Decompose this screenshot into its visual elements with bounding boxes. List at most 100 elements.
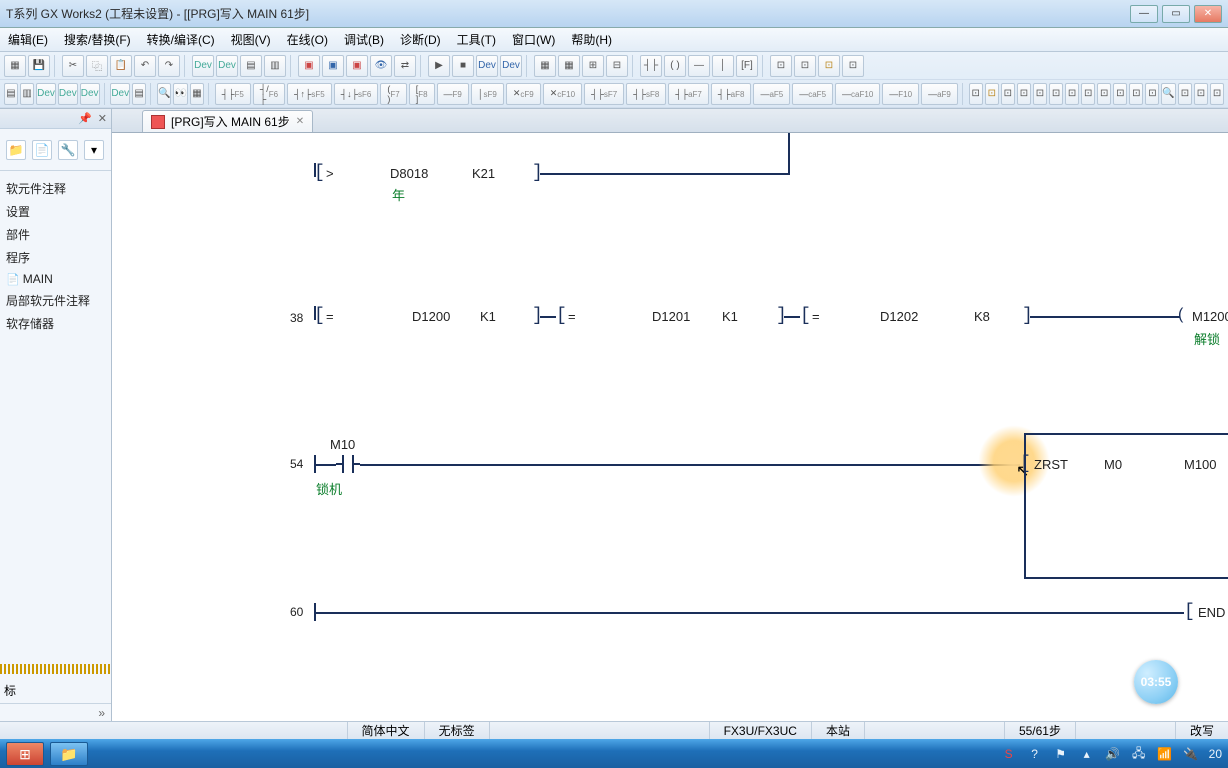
taskbar-app-1[interactable]: ⊞: [6, 742, 44, 766]
tb-sim-icon[interactable]: ▶: [428, 55, 450, 77]
tray-flag-icon[interactable]: ⚑: [1053, 746, 1069, 762]
tray-net-icon[interactable]: 🖧: [1131, 746, 1147, 762]
tray-signal-icon[interactable]: 📶: [1157, 746, 1173, 762]
tb-line-icon[interactable]: —: [688, 55, 710, 77]
tb2-f6-icon[interactable]: ┤/├F6: [253, 83, 285, 105]
tb2-dev3-icon[interactable]: Dev: [80, 83, 100, 105]
tb-monitor-icon[interactable]: 👁: [370, 55, 392, 77]
tb2-binoc-icon[interactable]: 👀: [173, 83, 187, 105]
tb2-f7-icon[interactable]: ( )F7: [380, 83, 406, 105]
menu-diag[interactable]: 诊断(D): [396, 29, 445, 50]
tb-vert-icon[interactable]: │: [712, 55, 734, 77]
tb2-d-icon[interactable]: ▦: [190, 83, 204, 105]
tb-write-icon[interactable]: ▣: [298, 55, 320, 77]
tree-item[interactable]: 程序: [4, 246, 107, 269]
tree-item[interactable]: 局部软元件注释: [4, 289, 107, 312]
tb2-g-icon[interactable]: ⊡: [1001, 83, 1015, 105]
tb2-p-icon[interactable]: ⊡: [1145, 83, 1159, 105]
panel-icon-1[interactable]: 📁: [6, 140, 26, 160]
tb2-af8-icon[interactable]: ┤├aF8: [711, 83, 752, 105]
editor-tab[interactable]: [PRG]写入 MAIN 61步 ✕: [142, 110, 313, 132]
tb-dev2-icon[interactable]: Dev: [216, 55, 238, 77]
tb-undo-icon[interactable]: ↶: [134, 55, 156, 77]
tb2-a-icon[interactable]: ▤: [4, 83, 18, 105]
tb-d-icon[interactable]: ⊟: [606, 55, 628, 77]
tb-func-icon[interactable]: [F]: [736, 55, 758, 77]
tray-volume-icon[interactable]: 🔊: [1105, 746, 1121, 762]
tb2-sf8-icon[interactable]: ┤├sF8: [626, 83, 666, 105]
menu-tool[interactable]: 工具(T): [453, 29, 500, 50]
menu-view[interactable]: 视图(V): [227, 29, 275, 50]
tb2-i-icon[interactable]: ⊡: [1033, 83, 1047, 105]
tb-a-icon[interactable]: ▦: [534, 55, 556, 77]
minimize-button[interactable]: —: [1130, 5, 1158, 23]
tb-rebuild-icon[interactable]: ▥: [264, 55, 286, 77]
menu-convert[interactable]: 转换/编译(C): [143, 29, 219, 50]
tb2-o-icon[interactable]: ⊡: [1129, 83, 1143, 105]
panel-splitter[interactable]: [0, 664, 111, 674]
tb2-f5-icon[interactable]: ┤├F5: [215, 83, 251, 105]
tray-up-icon[interactable]: ▴: [1079, 746, 1095, 762]
panel-icon-2[interactable]: 📄: [32, 140, 52, 160]
tb2-e-icon[interactable]: ⊡: [969, 83, 983, 105]
tb2-f10-icon[interactable]: —F10: [882, 83, 919, 105]
tb2-s-icon[interactable]: ⊡: [1210, 83, 1224, 105]
tb2-sf7-icon[interactable]: ┤├sF7: [584, 83, 624, 105]
panel-icon-4[interactable]: ▾: [84, 140, 104, 160]
tb-redo-icon[interactable]: ↷: [158, 55, 180, 77]
tb2-caf10-icon[interactable]: —caF10: [835, 83, 880, 105]
menu-window[interactable]: 窗口(W): [508, 29, 559, 50]
tb2-h-icon[interactable]: ⊡: [1017, 83, 1031, 105]
tb-verify-icon[interactable]: ▣: [346, 55, 368, 77]
tree-item[interactable]: 软存储器: [4, 312, 107, 335]
tb2-dev1-icon[interactable]: Dev: [36, 83, 56, 105]
tb-paste-icon[interactable]: 📋: [110, 55, 132, 77]
tb-e-icon[interactable]: ⊡: [770, 55, 792, 77]
tb-save-icon[interactable]: 💾: [28, 55, 50, 77]
tb2-dev2-icon[interactable]: Dev: [58, 83, 78, 105]
tb-b-icon[interactable]: ▦: [558, 55, 580, 77]
close-button[interactable]: ✕: [1194, 5, 1222, 23]
tb-contact-icon[interactable]: ┤├: [640, 55, 662, 77]
tb2-j-icon[interactable]: ⊡: [1049, 83, 1063, 105]
tb2-af5-icon[interactable]: —aF5: [753, 83, 790, 105]
tb2-cf9-icon[interactable]: ✕cF9: [506, 83, 541, 105]
panel-icon-3[interactable]: 🔧: [58, 140, 78, 160]
tray-power-icon[interactable]: 🔌: [1183, 746, 1199, 762]
tb2-caf5-icon[interactable]: —caF5: [792, 83, 833, 105]
menu-online[interactable]: 在线(O): [283, 29, 332, 50]
tb-read-icon[interactable]: ▣: [322, 55, 344, 77]
tb-h-icon[interactable]: ⊡: [842, 55, 864, 77]
tb-dev3-icon[interactable]: Dev: [476, 55, 498, 77]
menu-help[interactable]: 帮助(H): [567, 29, 616, 50]
tb2-find-icon[interactable]: 🔍: [157, 83, 171, 105]
tb-online-icon[interactable]: ⇄: [394, 55, 416, 77]
tb2-sf6-icon[interactable]: ┤↓├sF6: [334, 83, 379, 105]
tb-coil-icon[interactable]: ( ): [664, 55, 686, 77]
tb2-sf5-icon[interactable]: ┤↑├sF5: [287, 83, 332, 105]
ladder-canvas[interactable]: [ > D8018 K21 ] 年 38 [ = D1200 K1 ] [ = …: [112, 133, 1228, 721]
tb-copy-icon[interactable]: ⿻: [86, 55, 108, 77]
tree-item[interactable]: 部件: [4, 223, 107, 246]
tb-new-icon[interactable]: ▦: [4, 55, 26, 77]
tb2-r-icon[interactable]: ⊡: [1194, 83, 1208, 105]
tb2-c-icon[interactable]: ▤: [132, 83, 146, 105]
menu-debug[interactable]: 调试(B): [340, 29, 388, 50]
tb-cut-icon[interactable]: ✂: [62, 55, 84, 77]
panel-expand-icon[interactable]: »: [0, 703, 111, 721]
tree-item[interactable]: 设置: [4, 200, 107, 223]
tb2-m-icon[interactable]: ⊡: [1097, 83, 1111, 105]
tb-build-icon[interactable]: ▤: [240, 55, 262, 77]
tb-dev4-icon[interactable]: Dev: [500, 55, 522, 77]
tb2-sf9-icon[interactable]: │sF9: [471, 83, 504, 105]
tb2-f-icon[interactable]: ⊡: [985, 83, 999, 105]
tray-help-icon[interactable]: ?: [1027, 746, 1043, 762]
tb-stop-icon[interactable]: ■: [452, 55, 474, 77]
menu-find[interactable]: 搜索/替换(F): [60, 29, 135, 50]
tree-item-main[interactable]: MAIN: [4, 269, 107, 289]
tb2-l-icon[interactable]: ⊡: [1081, 83, 1095, 105]
tb2-n-icon[interactable]: ⊡: [1113, 83, 1127, 105]
tb-f-icon[interactable]: ⊡: [794, 55, 816, 77]
tb2-zoom-icon[interactable]: 🔍: [1161, 83, 1175, 105]
tb2-f9-icon[interactable]: —F9: [437, 83, 469, 105]
